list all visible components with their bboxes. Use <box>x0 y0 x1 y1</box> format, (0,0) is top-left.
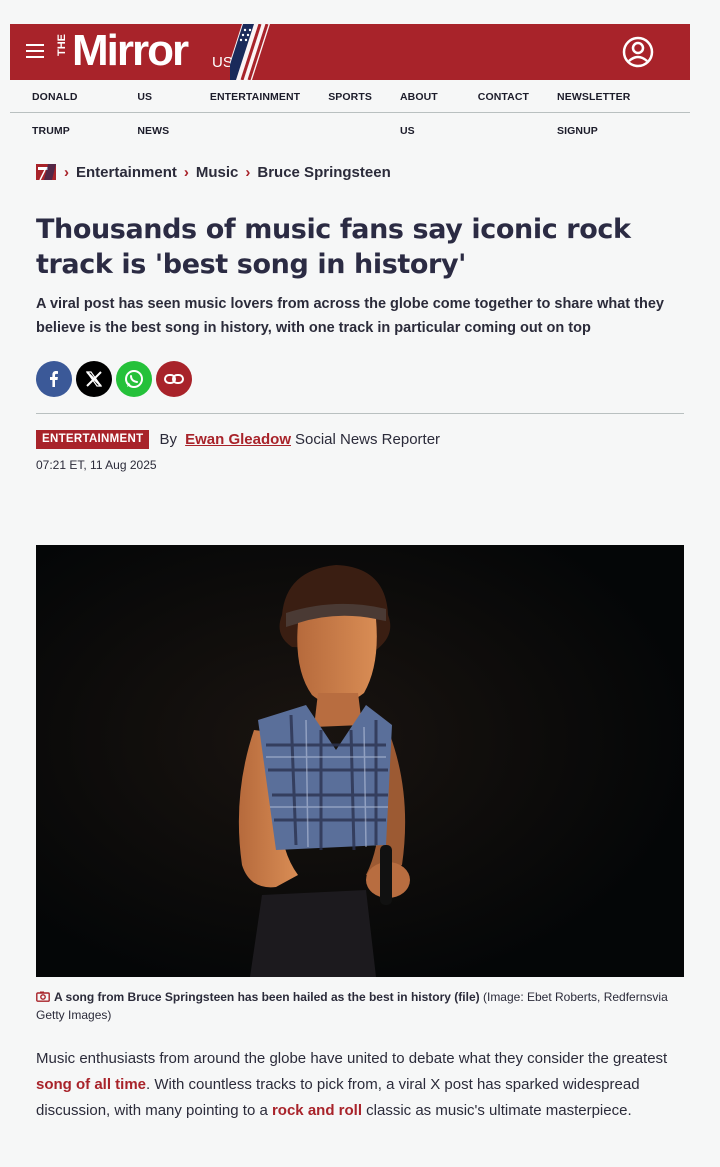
mirror-home-icon[interactable] <box>36 162 56 182</box>
nav-item-contact[interactable]: CONTACT <box>478 80 529 148</box>
chevron-right-icon: › <box>183 163 189 181</box>
share-buttons <box>36 361 196 397</box>
breadcrumb-bruce-springsteen[interactable]: Bruce Springsteen <box>257 164 390 181</box>
article-paragraph: Music enthusiasts from around the globe … <box>36 1046 684 1124</box>
us-flag-icon <box>230 24 270 80</box>
logo-mirror-text: Mirror <box>72 26 189 75</box>
by-prefix: By <box>159 431 177 448</box>
hamburger-menu-icon[interactable] <box>26 44 44 60</box>
top-navigation: DONALD TRUMP US NEWS ENTERTAINMENT SPORT… <box>10 80 690 137</box>
nav-item-sports[interactable]: SPORTS <box>328 80 372 148</box>
hero-image[interactable] <box>36 545 684 977</box>
site-logo[interactable]: THE Mirror US <box>56 24 270 80</box>
breadcrumb-entertainment[interactable]: Entertainment <box>76 164 177 181</box>
paragraph-text: classic as music's ultimate masterpiece. <box>362 1102 632 1119</box>
article-headline: Thousands of music fans say iconic rock … <box>36 214 631 280</box>
divider <box>36 413 684 414</box>
link-icon <box>164 374 184 384</box>
whatsapp-icon <box>125 370 143 388</box>
song-of-all-time-link[interactable]: song of all time <box>36 1076 146 1093</box>
caption-text: A song from Bruce Springsteen has been h… <box>54 990 480 1004</box>
camera-icon <box>36 991 50 1002</box>
publish-timestamp: 07:21 ET, 11 Aug 2025 <box>36 458 157 472</box>
rock-and-roll-link[interactable]: rock and roll <box>272 1102 362 1119</box>
author-link[interactable]: Ewan Gleadow <box>185 431 291 448</box>
nav-item-newsletter-signup[interactable]: NEWSLETTER SIGNUP <box>557 80 662 148</box>
nav-item-us-news[interactable]: US NEWS <box>137 80 182 148</box>
x-share-button[interactable] <box>76 361 112 397</box>
facebook-share-button[interactable] <box>36 361 72 397</box>
chevron-right-icon: › <box>64 163 69 181</box>
account-icon[interactable] <box>622 36 654 68</box>
copy-link-button[interactable] <box>156 361 192 397</box>
breadcrumb: › Entertainment › Music › Bruce Springst… <box>36 161 391 183</box>
nav-item-donald-trump[interactable]: DONALD TRUMP <box>32 80 109 148</box>
breadcrumb-music[interactable]: Music <box>196 164 239 181</box>
logo-the-text: THE <box>56 34 68 56</box>
chevron-right-icon: › <box>245 163 251 181</box>
author-role: Social News Reporter <box>294 431 441 448</box>
masthead: THE Mirror US <box>10 24 690 80</box>
performer-photo <box>36 545 684 977</box>
image-caption: A song from Bruce Springsteen has been h… <box>36 988 684 1024</box>
x-icon <box>85 371 103 387</box>
nav-item-about-us[interactable]: ABOUT US <box>400 80 450 148</box>
byline-text: By Ewan Gleadow Social News Reporter <box>159 431 440 448</box>
nav-item-entertainment[interactable]: ENTERTAINMENT <box>210 80 300 148</box>
byline: ENTERTAINMENT By Ewan Gleadow Social News… <box>36 430 440 449</box>
paragraph-text: Music enthusiasts from around the globe … <box>36 1050 668 1067</box>
category-badge[interactable]: ENTERTAINMENT <box>36 430 150 449</box>
whatsapp-share-button[interactable] <box>116 361 152 397</box>
article-standfirst: A viral post has seen music lovers from … <box>36 296 664 336</box>
facebook-icon <box>50 371 58 387</box>
